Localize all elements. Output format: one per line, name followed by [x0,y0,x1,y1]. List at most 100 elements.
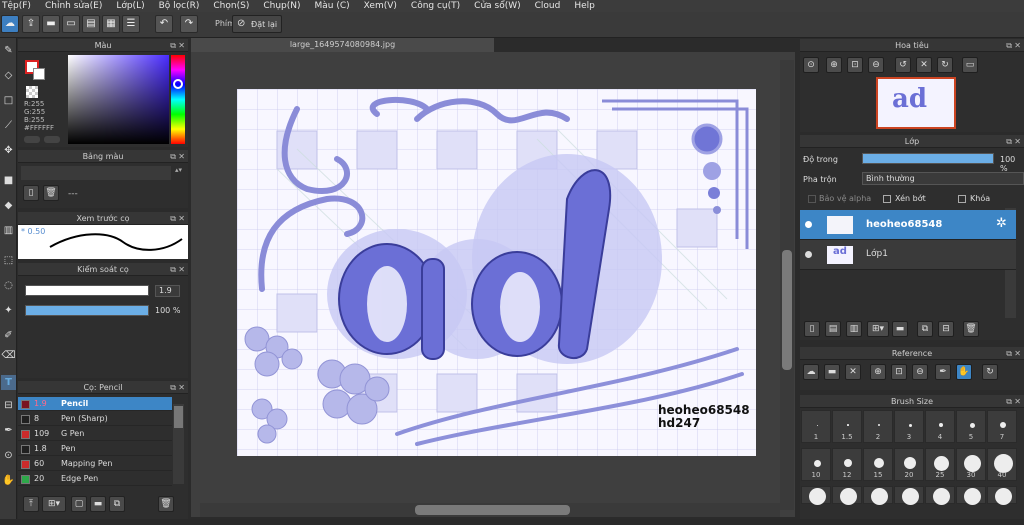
menu-item[interactable]: Tệp(F) [2,1,31,11]
brush-size-cell[interactable]: 1.5 [832,410,862,443]
magic-wand-icon[interactable]: ✦ [1,303,16,318]
new-text-layer-icon[interactable]: ▥ [846,321,862,337]
menu-item[interactable]: Cửa sổ(W) [474,1,520,11]
brush-size-cell[interactable] [832,486,862,505]
secondary-color-swatch[interactable] [33,68,45,80]
float-icon[interactable]: ⧉ [170,212,176,225]
brush-size-cell[interactable] [863,486,893,505]
reference-zoom-out-icon[interactable]: ⊖ [912,364,928,380]
brush-size-slider[interactable] [25,285,149,296]
brush-list-item[interactable]: 20 Edge Pen [18,472,172,486]
brush-size-cell[interactable]: 4 [925,410,955,443]
brush-list-item[interactable]: 1.9 Pencil [18,397,172,411]
layer-settings-gear-icon[interactable]: ✲ [996,216,1007,231]
scroll-arrows-icon[interactable]: ▴▾ [175,166,185,180]
horizontal-scroll-thumb[interactable] [415,505,570,515]
brush-size-cell[interactable] [894,486,924,505]
float-icon[interactable]: ⧉ [1006,135,1012,148]
vertical-scrollbar[interactable] [780,60,794,510]
color-mode-toggle[interactable] [24,136,40,143]
zoom-in-icon[interactable]: ⊕ [826,57,842,73]
list-icon[interactable]: ☰ [122,15,140,33]
blend-mode-select[interactable]: Bình thường [862,172,1024,185]
hue-slider[interactable] [171,55,185,144]
zoom-icon[interactable]: ⊙ [803,57,819,73]
select-pen-icon[interactable]: ✐ [1,328,16,343]
bucket-tool-icon[interactable]: ◆ [1,198,16,213]
rect-tool-icon[interactable]: □ [1,93,16,108]
brush-duplicate-icon[interactable]: ⧉ [109,496,125,512]
menu-item[interactable]: Chỉnh sửa(E) [45,1,102,11]
brush-size-cell[interactable]: 10 [801,448,831,481]
float-icon[interactable]: ⧉ [170,39,176,52]
close-icon[interactable]: ✕ [178,150,185,163]
brush-delete-icon[interactable]: 🗑 [158,496,174,512]
menu-item[interactable]: Xem(V) [364,1,397,11]
brush-folder-icon[interactable]: ▬ [90,496,106,512]
reference-rotate-icon[interactable]: ↻ [982,364,998,380]
brush-list-item[interactable]: 109 G Pen [18,427,172,441]
lasso-icon[interactable]: ◌ [1,278,16,293]
menu-item[interactable]: Lớp(L) [116,1,144,11]
menu-item[interactable]: Bộ lọc(R) [159,1,200,11]
brush-size-cell[interactable]: 1 [801,410,831,443]
comment-icon[interactable]: ▭ [62,15,80,33]
brush-opacity-slider[interactable] [25,305,149,316]
brush-size-cell[interactable]: 5 [956,410,986,443]
brush-size-cell[interactable]: 25 [925,448,955,481]
brush-list-item[interactable]: 1.8 Pen [18,442,172,456]
divider-tool-icon[interactable]: ⊟ [1,398,16,413]
brush-list-scrollbar[interactable] [173,404,184,484]
reference-hand-icon[interactable]: ✋ [956,364,972,380]
new-layer-icon[interactable]: ▯ [804,321,820,337]
visibility-eye-icon[interactable] [805,251,812,258]
artwork-canvas[interactable]: heoheo68548 hd247 [237,89,756,456]
brush-copy-icon[interactable]: ▢ [71,496,87,512]
close-icon[interactable]: ✕ [1014,135,1021,148]
brush-size-cell[interactable] [956,486,986,505]
folder-icon[interactable]: ▬ [892,321,908,337]
close-icon[interactable]: ✕ [1014,395,1021,408]
menu-item[interactable]: Chọn(S) [213,1,249,11]
reference-cloud-icon[interactable]: ☁ [803,364,819,380]
brush-size-value[interactable]: 1.9 [155,285,180,297]
menu-item[interactable]: Help [574,1,595,11]
brush-add-icon[interactable]: ⊞▾ [42,496,66,512]
fill-rect-icon[interactable]: ■ [1,173,16,188]
copy-layer-icon[interactable]: ⧉ [917,321,933,337]
brush-size-cell[interactable]: 30 [956,448,986,481]
swatch-grid[interactable] [21,166,171,180]
document-tab[interactable]: large_1649574080984.jpg [191,38,494,52]
close-icon[interactable]: ✕ [178,381,185,394]
float-icon[interactable]: ⧉ [170,263,176,276]
scroll-thumb[interactable] [174,406,183,428]
new-raster-layer-icon[interactable]: ▤ [825,321,841,337]
brush-list-item[interactable]: 8 Pen (Sharp) [18,412,172,426]
menu-item[interactable]: Màu (C) [315,1,350,11]
reference-folder-icon[interactable]: ▬ [824,364,840,380]
redo-icon[interactable]: ↷ [180,15,198,33]
reference-close-icon[interactable]: ✕ [845,364,861,380]
float-icon[interactable]: ⧉ [1006,39,1012,52]
new-swatch-icon[interactable]: ▯ [23,185,39,201]
horizontal-scrollbar[interactable] [200,503,780,517]
fullscreen-icon[interactable]: ✕ [916,57,932,73]
brush-size-cell[interactable]: 15 [863,448,893,481]
clipping-checkbox[interactable] [883,195,891,203]
fit-icon[interactable]: ⊡ [847,57,863,73]
close-icon[interactable]: ✕ [178,212,185,225]
grid-icon[interactable]: ▦ [102,15,120,33]
brush-size-cell[interactable]: 12 [832,448,862,481]
brush-size-cell[interactable]: 2 [863,410,893,443]
brush-size-cell[interactable] [925,486,955,505]
float-icon[interactable]: ⧉ [1006,395,1012,408]
text-tool-icon[interactable]: T [1,375,16,390]
lock-checkbox[interactable] [958,195,966,203]
speech-icon[interactable]: ▬ [42,15,60,33]
add-layer-menu-icon[interactable]: ⊞▾ [867,321,889,337]
brush-upload-icon[interactable]: ⤒ [23,496,39,512]
move-tool-icon[interactable]: ✥ [1,143,16,158]
layer-row-lop1[interactable]: ad Lớp1 [800,240,1016,270]
brush-size-cell[interactable]: 3 [894,410,924,443]
reference-dropper-icon[interactable]: ✒ [935,364,951,380]
